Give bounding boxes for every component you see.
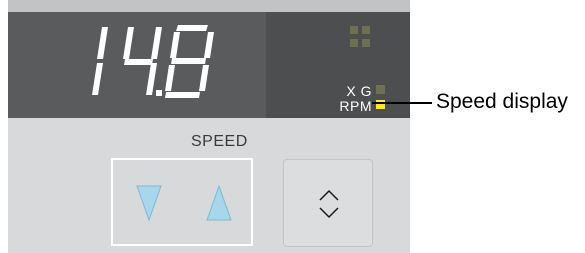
unused-led <box>350 39 358 47</box>
panel-top-strip <box>8 0 410 12</box>
triangle-down-icon[interactable] <box>135 184 163 224</box>
segment-digits <box>92 25 214 98</box>
speed-display: X G RPM <box>8 12 410 118</box>
callout-label: Speed display <box>436 90 568 113</box>
callout-leader-line <box>372 102 432 104</box>
speed-toggle-button[interactable] <box>283 159 373 247</box>
rpm-label: RPM <box>339 98 372 114</box>
xg-label: X G <box>346 83 372 99</box>
up-down-chevron-icon <box>319 189 339 219</box>
unused-led <box>350 26 358 34</box>
control-panel: X G RPM SPEED <box>8 0 410 253</box>
unused-led <box>362 39 370 47</box>
unused-led <box>362 26 370 34</box>
display-digits <box>92 25 214 98</box>
speed-label: SPEED <box>191 133 248 150</box>
triangle-up-icon[interactable] <box>205 184 233 224</box>
xg-indicator-led <box>376 85 385 94</box>
speed-arrow-buttons <box>111 158 253 246</box>
